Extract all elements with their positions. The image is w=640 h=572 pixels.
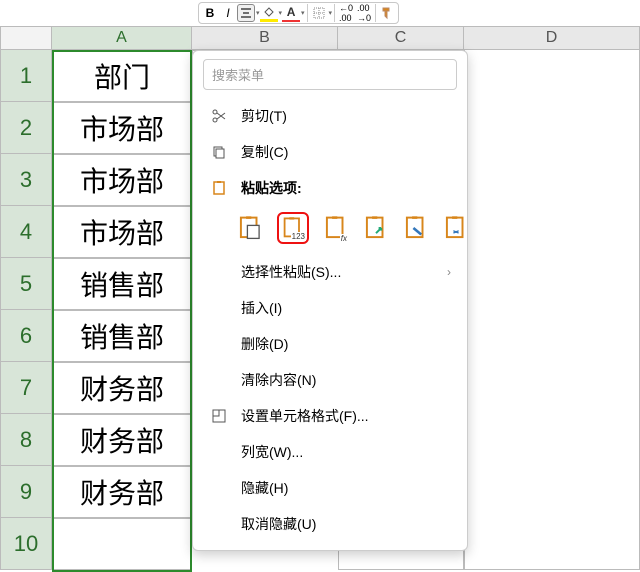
menu-label: 插入(I) xyxy=(241,298,282,318)
chevron-down-icon[interactable]: ▾ xyxy=(301,9,305,17)
cell-value: 财务部 xyxy=(80,420,164,460)
copy-icon xyxy=(209,142,229,162)
paste-values-icon[interactable]: 123 xyxy=(277,212,309,244)
row-header[interactable]: 2 xyxy=(0,102,52,154)
align-center-button[interactable] xyxy=(237,4,255,22)
column-header-d[interactable]: D xyxy=(464,26,640,50)
row-header[interactable]: 8 xyxy=(0,414,52,466)
decrease-decimal-button[interactable]: .00→0 xyxy=(355,4,373,22)
menu-insert[interactable]: 插入(I) xyxy=(193,290,467,326)
menu-label: 删除(D) xyxy=(241,334,288,354)
cell[interactable]: 市场部 xyxy=(52,154,192,206)
chevron-down-icon[interactable]: ▾ xyxy=(329,9,333,17)
mini-toolbar: B I ▾ ▾ A ▾ ▾ ←0.00 .00→0 xyxy=(0,0,640,26)
bold-button[interactable]: B xyxy=(201,4,219,22)
increase-decimal-button[interactable]: ←0.00 xyxy=(337,4,355,22)
column-header-c[interactable]: C xyxy=(338,26,464,50)
menu-copy[interactable]: 复制(C) xyxy=(193,134,467,170)
format-cells-icon xyxy=(209,406,229,426)
menu-label: 粘贴选项: xyxy=(241,178,302,198)
menu-label: 剪切(T) xyxy=(241,106,287,126)
row-header[interactable]: 6 xyxy=(0,310,52,362)
column-header-a[interactable]: A xyxy=(52,26,192,50)
row-header[interactable]: 7 xyxy=(0,362,52,414)
cell[interactable] xyxy=(52,518,192,570)
select-all-corner[interactable] xyxy=(0,26,52,50)
row-header[interactable]: 3 xyxy=(0,154,52,206)
paste-values-sub: 123 xyxy=(291,232,306,241)
chevron-right-icon: › xyxy=(447,265,451,279)
cell[interactable]: 部门 xyxy=(52,50,192,102)
menu-label: 选择性粘贴(S)... xyxy=(241,262,341,282)
menu-paste-special[interactable]: 选择性粘贴(S)... › xyxy=(193,254,467,290)
cell[interactable]: 财务部 xyxy=(52,466,192,518)
cell-value: 市场部 xyxy=(80,160,164,200)
cell[interactable]: 财务部 xyxy=(52,414,192,466)
cell-value: 销售部 xyxy=(80,316,164,356)
cell[interactable]: 销售部 xyxy=(52,310,192,362)
paste-formatting-icon[interactable] xyxy=(403,212,429,244)
fill-color-button[interactable] xyxy=(260,4,278,22)
menu-label: 复制(C) xyxy=(241,142,288,162)
row-header[interactable]: 5 xyxy=(0,258,52,310)
cell-value: 销售部 xyxy=(80,264,164,304)
search-menu-input[interactable]: 搜索菜单 xyxy=(203,59,457,90)
borders-button[interactable] xyxy=(310,4,328,22)
context-menu: 搜索菜单 剪切(T) 复制(C) 粘贴选项: 123 fx xyxy=(192,50,468,551)
cell-value: 市场部 xyxy=(80,108,164,148)
row-headers: 1 2 3 4 5 6 7 8 9 10 xyxy=(0,50,52,570)
menu-label: 设置单元格格式(F)... xyxy=(241,406,369,426)
menu-label: 取消隐藏(U) xyxy=(241,514,316,534)
paste-formulas-icon[interactable]: fx xyxy=(323,212,349,244)
cell-value: 财务部 xyxy=(80,368,164,408)
cell[interactable]: 财务部 xyxy=(52,362,192,414)
font-color-button[interactable]: A xyxy=(282,4,300,22)
cell[interactable]: 市场部 xyxy=(52,102,192,154)
cell-value: 市场部 xyxy=(80,212,164,252)
menu-paste-header: 粘贴选项: xyxy=(193,170,467,206)
cell[interactable]: 销售部 xyxy=(52,258,192,310)
cell[interactable] xyxy=(464,50,640,570)
clipboard-icon xyxy=(209,178,229,198)
format-painter-button[interactable] xyxy=(378,4,396,22)
menu-cut[interactable]: 剪切(T) xyxy=(193,98,467,134)
menu-format-cells[interactable]: 设置单元格格式(F)... xyxy=(193,398,467,434)
menu-unhide[interactable]: 取消隐藏(U) xyxy=(193,506,467,542)
menu-column-width[interactable]: 列宽(W)... xyxy=(193,434,467,470)
cell-value: 财务部 xyxy=(80,472,164,512)
row-header[interactable]: 9 xyxy=(0,466,52,518)
paste-options-row: 123 fx xyxy=(193,206,467,254)
menu-label: 列宽(W)... xyxy=(241,442,303,462)
cell-value: 部门 xyxy=(94,56,150,96)
cell[interactable]: 市场部 xyxy=(52,206,192,258)
row-header[interactable]: 1 xyxy=(0,50,52,102)
menu-label: 清除内容(N) xyxy=(241,370,316,390)
menu-delete[interactable]: 删除(D) xyxy=(193,326,467,362)
italic-button[interactable]: I xyxy=(219,4,237,22)
scissors-icon xyxy=(209,106,229,126)
row-header[interactable]: 10 xyxy=(0,518,52,570)
column-header-b[interactable]: B xyxy=(192,26,338,50)
menu-clear[interactable]: 清除内容(N) xyxy=(193,362,467,398)
menu-label: 隐藏(H) xyxy=(241,478,288,498)
menu-hide[interactable]: 隐藏(H) xyxy=(193,470,467,506)
column-headers: A B C D xyxy=(0,26,640,50)
row-header[interactable]: 4 xyxy=(0,206,52,258)
paste-link-icon[interactable] xyxy=(443,212,469,244)
paste-all-icon[interactable] xyxy=(237,212,263,244)
paste-transpose-icon[interactable] xyxy=(363,212,389,244)
